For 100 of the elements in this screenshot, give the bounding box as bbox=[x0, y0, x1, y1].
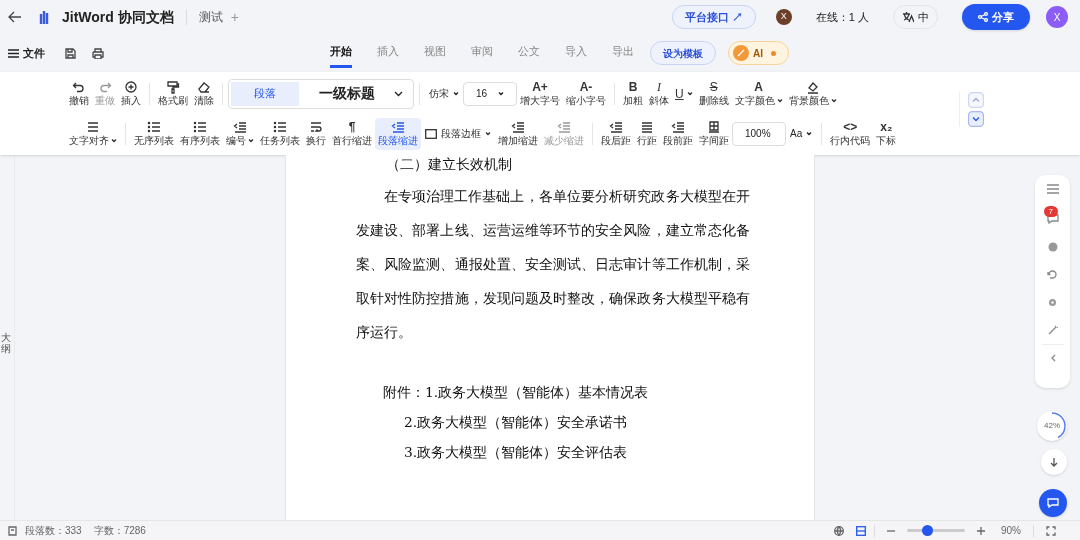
paragraph-count: 段落数：333 bbox=[25, 524, 82, 538]
paint-bucket-icon bbox=[805, 80, 820, 94]
toolbar-button[interactable]: <> 行内代码 bbox=[827, 117, 874, 150]
share-button[interactable]: 分享 bbox=[962, 4, 1030, 30]
plus-circle-icon bbox=[124, 80, 138, 94]
page-layout-icon[interactable] bbox=[856, 525, 866, 536]
toolbar-button[interactable]: 格式刷 bbox=[155, 77, 191, 110]
chevron-left-icon[interactable] bbox=[1049, 354, 1056, 362]
outline-tab[interactable]: 大纲 bbox=[1, 331, 11, 354]
toolbar-button[interactable]: 字间距 bbox=[696, 117, 732, 150]
caret-icon bbox=[248, 138, 254, 143]
toolbar-button[interactable]: 换行 bbox=[303, 117, 329, 150]
undo-icon bbox=[72, 80, 86, 94]
character-spacing-icon bbox=[707, 120, 721, 134]
dropdown-select[interactable]: 仿宋 bbox=[425, 81, 463, 106]
assistant-button[interactable] bbox=[1039, 489, 1067, 517]
history-icon[interactable] bbox=[1047, 269, 1058, 280]
toolbar-button[interactable]: 增加缩进 bbox=[495, 117, 541, 150]
document-tab[interactable]: 测试 bbox=[198, 8, 223, 26]
format-painter-icon bbox=[166, 80, 180, 94]
align-icon bbox=[86, 120, 100, 134]
indent-icon bbox=[557, 120, 571, 134]
arrow-down-icon bbox=[1050, 457, 1058, 467]
dropdown-select[interactable]: 16 bbox=[463, 81, 517, 106]
toolbar-button[interactable]: A 文字颜色 bbox=[731, 77, 786, 110]
chat-icon bbox=[1047, 498, 1059, 508]
caret-icon bbox=[806, 131, 813, 136]
list-icon bbox=[273, 120, 287, 134]
file-menu[interactable]: 文件 bbox=[8, 44, 45, 62]
toolbar-button[interactable]: 背景颜色 bbox=[785, 77, 840, 110]
toolbar-button[interactable]: 行距 bbox=[634, 117, 660, 150]
slider-thumb[interactable] bbox=[922, 525, 934, 536]
toolbar-button[interactable]: A- 缩小字号 bbox=[563, 77, 609, 110]
toolbar-button[interactable]: I 斜体 bbox=[646, 77, 672, 110]
fullscreen-icon[interactable] bbox=[1046, 525, 1056, 536]
collaborator-avatar: X bbox=[775, 9, 792, 25]
caret-icon bbox=[453, 91, 459, 96]
toolbar-button[interactable]: 文字对齐 bbox=[66, 117, 120, 150]
toolbar-button[interactable]: 清除 bbox=[191, 77, 217, 110]
menu-tab[interactable]: 插入 bbox=[377, 38, 399, 68]
dropdown-select[interactable]: 100% bbox=[732, 121, 786, 146]
document-icon bbox=[8, 525, 17, 536]
app-title: JitWord 协同文档 bbox=[62, 7, 174, 27]
back-arrow-icon[interactable] bbox=[8, 11, 22, 23]
attachment-line: 附件：1.政务大模型（智能体）基本情况表 bbox=[382, 383, 650, 402]
status-dot-icon bbox=[771, 50, 776, 56]
style-picker[interactable]: 段落 一级标题 bbox=[228, 78, 414, 109]
zoom-level: 90% bbox=[1001, 524, 1021, 538]
menu-icon[interactable] bbox=[1046, 184, 1059, 194]
logo-icon bbox=[38, 9, 50, 25]
progress-indicator: 42% bbox=[1037, 411, 1067, 441]
toolbar-button[interactable]: 撤销 bbox=[66, 77, 92, 110]
wrap-icon bbox=[309, 120, 323, 134]
toolbar-button[interactable]: 编号 bbox=[223, 117, 257, 150]
online-count: 在线：1 人 bbox=[815, 9, 869, 25]
caret-icon bbox=[686, 91, 693, 96]
toolbar-button[interactable]: 段前距 bbox=[660, 117, 696, 150]
toolbar-button[interactable]: S 删除线 bbox=[695, 77, 732, 110]
toolbar-button[interactable]: U bbox=[672, 77, 696, 110]
caret-icon bbox=[830, 98, 837, 103]
caret-icon bbox=[498, 91, 504, 96]
attachment-line: 3.政务大模型（智能体）安全评估表 bbox=[403, 443, 629, 462]
globe-icon[interactable] bbox=[834, 525, 844, 536]
scroll-down-button[interactable] bbox=[1041, 449, 1067, 475]
document-heading: （二）建立长效机制 bbox=[385, 155, 513, 173]
toolbar-button[interactable]: 有序列表 bbox=[177, 117, 223, 150]
print-icon[interactable] bbox=[92, 47, 104, 59]
toolbar-button[interactable]: 插入 bbox=[118, 77, 144, 110]
attachment-line: 2.政务大模型（智能体）安全承诺书 bbox=[403, 413, 629, 432]
redo-icon bbox=[98, 80, 112, 94]
word-count: 字数：7286 bbox=[93, 524, 146, 538]
dropdown-select[interactable]: Aa bbox=[786, 121, 817, 146]
wand-icon bbox=[733, 45, 749, 61]
toolbar-button[interactable]: x₂ 下标 bbox=[873, 117, 900, 150]
comment-icon[interactable] bbox=[1046, 214, 1059, 224]
toolbar-button[interactable]: B 加粗 bbox=[620, 77, 646, 110]
save-icon[interactable] bbox=[65, 47, 76, 59]
toolbar-button[interactable]: ¶ 首行缩进 bbox=[329, 117, 375, 150]
template-button[interactable]: 设为模板 bbox=[650, 41, 716, 65]
user-avatar[interactable]: X bbox=[1046, 6, 1068, 28]
list-icon bbox=[147, 120, 161, 134]
indent-icon bbox=[233, 120, 247, 134]
toolbar-button[interactable]: 任务列表 bbox=[257, 117, 303, 150]
wand-icon[interactable] bbox=[1047, 325, 1058, 335]
toolbar-button[interactable]: 段后距 bbox=[598, 117, 634, 150]
zoom-in-icon[interactable] bbox=[977, 526, 985, 535]
toolbar-button[interactable]: 无序列表 bbox=[131, 117, 177, 150]
caret-icon bbox=[111, 138, 117, 143]
border-icon bbox=[425, 128, 437, 139]
api-button[interactable]: 平台接口 ↗ bbox=[671, 5, 756, 29]
notification-badge: 7 bbox=[1043, 206, 1058, 217]
document-paragraph: 在专项治理工作基础上，各单位要分析研究政务大模型在开发建设、部署上线、运营运维等环节的安全风险，建立常态化备案、风险监测、通报处置、安全测试、日志审计等工作机制，采取针对性防控措施，发现问题及时整改，确保政务大模型平稳有序运行。 bbox=[356, 187, 750, 342]
ai-button[interactable]: AI bbox=[728, 41, 789, 65]
toolbar-button[interactable]: 段落缩进 bbox=[375, 117, 421, 150]
toolbar-button[interactable]: A+ 增大字号 bbox=[517, 77, 563, 110]
scroll-down-icon[interactable] bbox=[968, 111, 984, 127]
chevron-down-icon bbox=[394, 90, 403, 97]
menu-tab[interactable]: 开始 bbox=[330, 38, 352, 68]
translate-icon bbox=[902, 11, 914, 23]
toolbar-button[interactable]: 段落边框 bbox=[421, 121, 495, 146]
